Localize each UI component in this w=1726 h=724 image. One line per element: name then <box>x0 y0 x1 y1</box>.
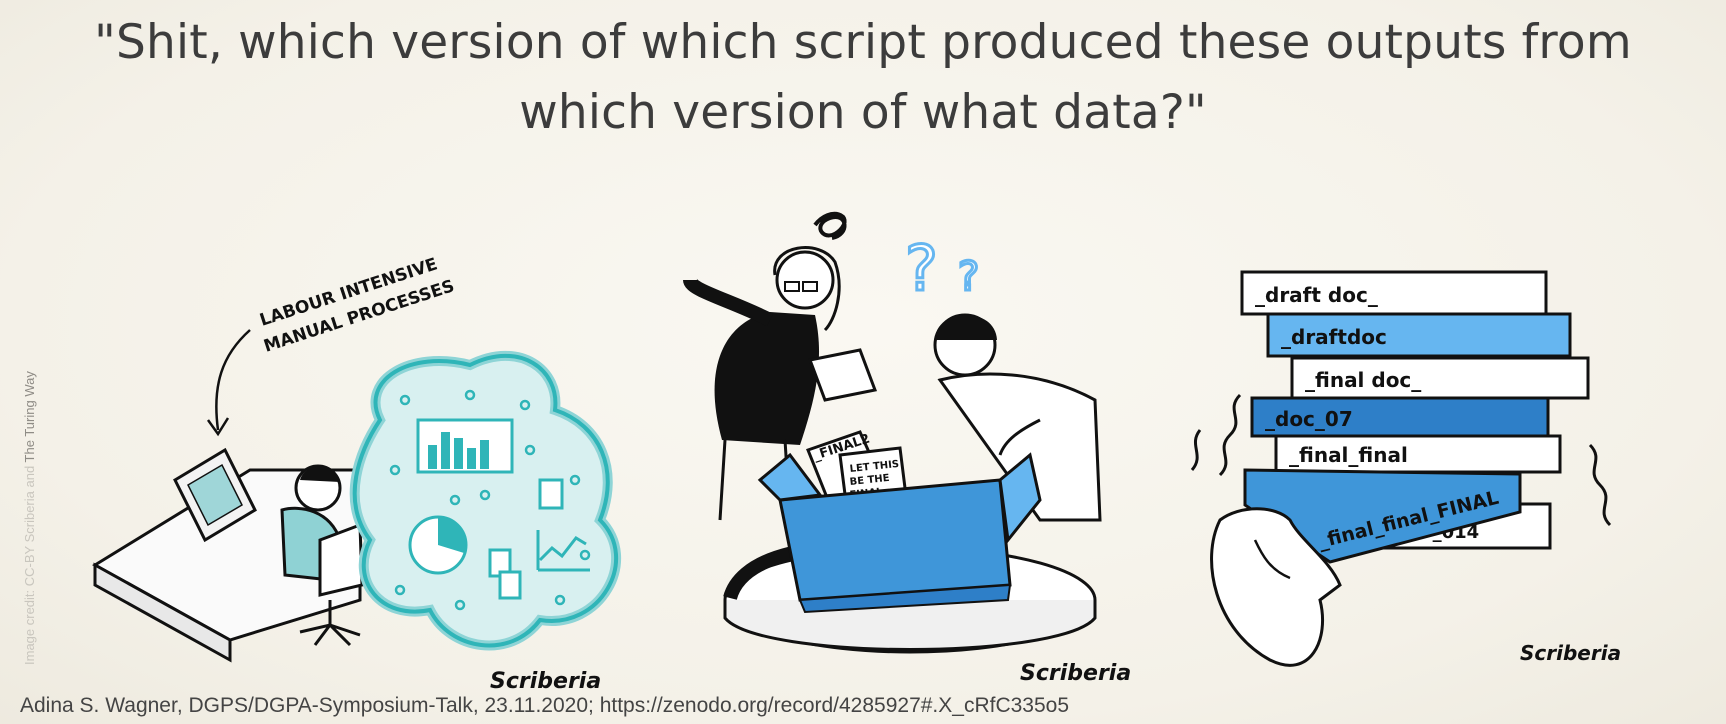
chair-legs <box>299 623 361 647</box>
blob-bar <box>467 448 476 469</box>
shake-lines <box>1190 429 1202 471</box>
stress-scribble-icon <box>813 211 847 240</box>
signature-middle: Scriberia <box>1020 661 1131 686</box>
footer-citation: Adina S. Wagner, DGPS/DGPA-Symposium-Tal… <box>20 694 1070 717</box>
shake-lines <box>1588 443 1612 527</box>
file-label: _final doc_ <box>1305 368 1421 392</box>
box-flap <box>757 452 823 502</box>
file-stack: _draft doc_ _draftdoc _final doc_ _doc_0… <box>1240 270 1590 564</box>
blob-bar <box>480 440 489 469</box>
woman-jacket <box>714 312 820 445</box>
blob-doc <box>538 478 564 510</box>
cardboard-box <box>778 478 1012 602</box>
shake-lines <box>1218 393 1242 477</box>
illustration-canvas: LABOUR INTENSIVE MANUAL PROCESSES Scribe… <box>92 211 1621 694</box>
signature-right: Scriberia <box>1520 641 1621 665</box>
file-label: _final_final <box>1289 443 1408 467</box>
question-mark-icon: ? <box>905 232 938 305</box>
middle-scene: ? ? _FINAL2 LET THIS BE THE FINAL... Scr… <box>683 211 1131 686</box>
side-credit-name: The Turing Way <box>22 371 37 463</box>
file-label: _doc_07 <box>1265 407 1353 431</box>
annotation-arrow <box>215 329 251 431</box>
side-credit-prefix: Image credit: CC-BY Scriberia and <box>22 462 37 665</box>
signature-left: Scriberia <box>490 669 601 694</box>
question-mark-icon: ? <box>958 254 979 300</box>
side-image-credit: Image credit: CC-BY Scriberia and The Tu… <box>22 371 37 665</box>
blob-doc <box>498 570 522 600</box>
woman-head <box>775 250 835 310</box>
table-edge <box>723 600 1097 651</box>
woman-paper <box>807 348 878 402</box>
blob-bar <box>441 432 450 469</box>
left-scene: LABOUR INTENSIVE MANUAL PROCESSES Scribe… <box>92 254 622 694</box>
woman-arm <box>683 277 774 327</box>
man-hair <box>935 314 997 340</box>
blob-bar <box>454 438 463 469</box>
data-blob <box>349 350 622 651</box>
right-scene: _draft doc_ _draftdoc _final doc_ _doc_0… <box>1190 270 1621 667</box>
file-label: _draftdoc <box>1281 325 1387 349</box>
blob-bar <box>428 445 437 469</box>
slide: "Shit, which version of which script pro… <box>0 0 1726 724</box>
file-label: _draft doc_ <box>1255 283 1378 307</box>
